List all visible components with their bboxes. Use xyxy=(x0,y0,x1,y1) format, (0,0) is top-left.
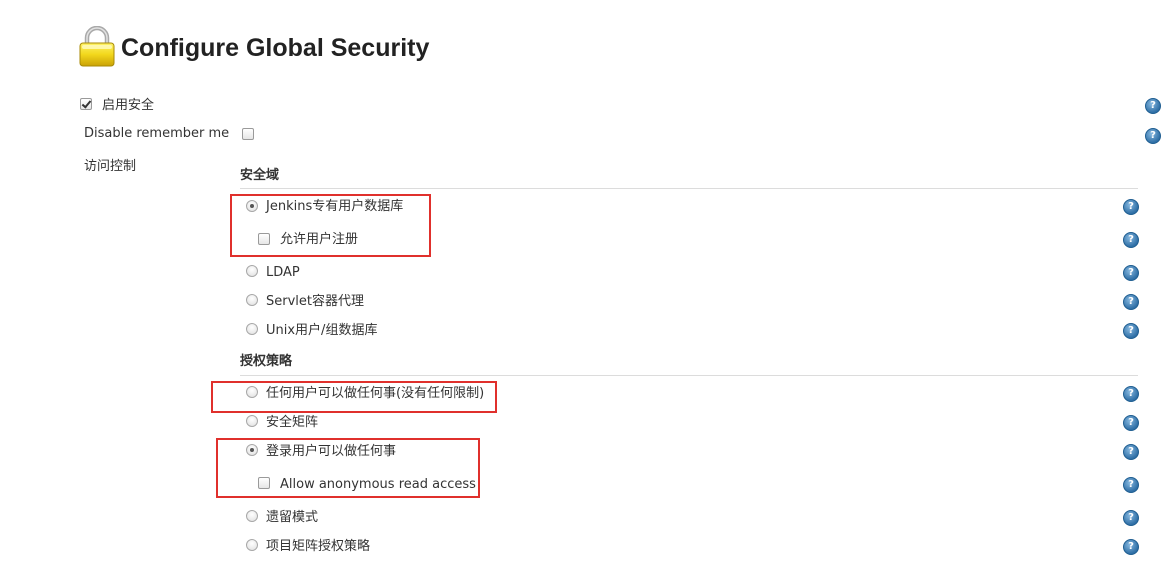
realm-label-ldap: LDAP xyxy=(266,265,300,280)
section-divider xyxy=(240,188,1138,189)
help-icon[interactable]: ? xyxy=(1123,199,1139,215)
auth-label-legacy: 遗留模式 xyxy=(266,510,319,525)
lock-icon xyxy=(78,25,116,68)
help-icon[interactable]: ? xyxy=(1123,323,1139,339)
anonymous-read-label: Allow anonymous read access xyxy=(280,477,476,492)
auth-label-project-matrix: 项目矩阵授权策略 xyxy=(266,539,371,554)
help-icon[interactable]: ? xyxy=(1123,265,1139,281)
help-icon[interactable]: ? xyxy=(1145,128,1161,144)
auth-radio-anyone[interactable] xyxy=(246,386,258,398)
allow-signup-label: 允许用户注册 xyxy=(280,232,359,247)
help-icon[interactable]: ? xyxy=(1123,294,1139,310)
security-realm-header: 安全域 xyxy=(240,168,280,183)
help-icon[interactable]: ? xyxy=(1123,539,1139,555)
help-icon[interactable]: ? xyxy=(1123,415,1139,431)
help-icon[interactable]: ? xyxy=(1123,386,1139,402)
help-icon[interactable]: ? xyxy=(1123,477,1139,493)
page-title: Configure Global Security xyxy=(121,34,430,62)
anonymous-read-checkbox[interactable] xyxy=(258,477,270,489)
auth-radio-project-matrix[interactable] xyxy=(246,539,258,551)
realm-label-jenkins-db: Jenkins专有用户数据库 xyxy=(266,199,404,214)
help-icon[interactable]: ? xyxy=(1145,98,1161,114)
enable-security-checkbox[interactable] xyxy=(80,98,92,110)
allow-signup-checkbox[interactable] xyxy=(258,233,270,245)
auth-radio-legacy[interactable] xyxy=(246,510,258,522)
help-icon[interactable]: ? xyxy=(1123,444,1139,460)
realm-radio-ldap[interactable] xyxy=(246,265,258,277)
auth-label-matrix: 安全矩阵 xyxy=(266,415,319,430)
realm-label-servlet: Servlet容器代理 xyxy=(266,294,364,309)
realm-label-unix: Unix用户/组数据库 xyxy=(266,323,378,338)
realm-radio-unix[interactable] xyxy=(246,323,258,335)
auth-label-logged-in: 登录用户可以做任何事 xyxy=(266,444,397,459)
realm-radio-servlet[interactable] xyxy=(246,294,258,306)
authorization-header: 授权策略 xyxy=(240,354,293,369)
help-icon[interactable]: ? xyxy=(1123,232,1139,248)
disable-remember-me-label: Disable remember me xyxy=(84,126,230,141)
auth-radio-logged-in[interactable] xyxy=(246,444,258,456)
enable-security-label: 启用安全 xyxy=(102,98,155,113)
auth-radio-matrix[interactable] xyxy=(246,415,258,427)
realm-radio-jenkins-db[interactable] xyxy=(246,200,258,212)
access-control-label: 访问控制 xyxy=(84,159,137,174)
disable-remember-me-checkbox[interactable] xyxy=(242,128,254,140)
auth-label-anyone: 任何用户可以做任何事(没有任何限制) xyxy=(266,386,485,401)
section-divider xyxy=(240,375,1138,376)
help-icon[interactable]: ? xyxy=(1123,510,1139,526)
